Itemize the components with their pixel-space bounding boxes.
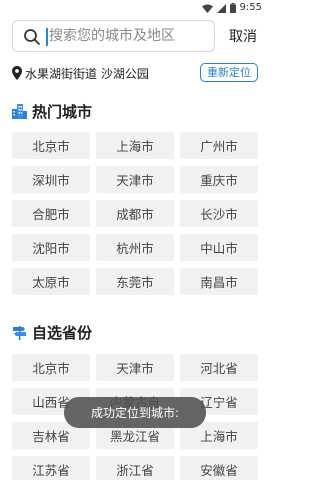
text-cursor [46,28,48,46]
wifi-icon [201,4,213,13]
search-icon [24,29,40,45]
city-chip[interactable]: 沈阳市 [12,234,90,261]
current-location: 水果湖街街道 沙湖公园 [12,63,149,83]
hot-cities-header: 热门城市 [12,100,92,122]
section-title: 自选省份 [32,323,93,342]
city-chip[interactable]: 东莞市 [96,268,174,295]
city-chip[interactable]: 广州市 [180,132,258,159]
province-chip[interactable]: 江苏省 [12,456,90,480]
location-pin-icon [12,66,22,80]
provinces-header: 自选省份 [12,321,92,343]
city-chip[interactable]: 太原市 [12,268,90,295]
province-chip[interactable]: 安徽省 [180,456,258,480]
relocate-button[interactable]: 重新定位 [200,63,258,82]
toast-message: 成功定位到城市: [64,397,206,428]
city-chip[interactable]: 中山市 [180,234,258,261]
status-bar: 9:55 [0,0,270,16]
search-box[interactable] [12,20,215,52]
battery-icon [229,3,236,13]
city-chip[interactable]: 北京市 [12,132,90,159]
city-chip[interactable]: 天津市 [96,166,174,193]
province-chip[interactable]: 河北省 [180,354,258,381]
search-input[interactable] [49,24,209,48]
signal-icon [216,3,226,13]
city-chip[interactable]: 南昌市 [180,268,258,295]
location-text: 水果湖街街道 沙湖公园 [25,66,149,81]
hot-cities-grid: 北京市 上海市 广州市 深圳市 天津市 重庆市 合肥市 成都市 长沙市 沈阳市 … [12,132,258,295]
status-time: 9:55 [239,2,262,13]
city-chip[interactable]: 上海市 [96,132,174,159]
province-chip[interactable]: 北京市 [12,354,90,381]
city-chip[interactable]: 深圳市 [12,166,90,193]
city-picker-page: 9:55 取消 水果湖街街道 沙湖公园 重新定位 [0,0,270,480]
city-chip[interactable]: 长沙市 [180,200,258,227]
province-chip[interactable]: 天津市 [96,354,174,381]
city-chip[interactable]: 成都市 [96,200,174,227]
section-title: 热门城市 [32,102,93,121]
province-chip[interactable]: 浙江省 [96,456,174,480]
signpost-icon [13,325,26,340]
cancel-button[interactable]: 取消 [222,24,264,48]
city-chip[interactable]: 重庆市 [180,166,258,193]
buildings-icon [12,103,27,119]
city-chip[interactable]: 合肥市 [12,200,90,227]
city-chip[interactable]: 杭州市 [96,234,174,261]
